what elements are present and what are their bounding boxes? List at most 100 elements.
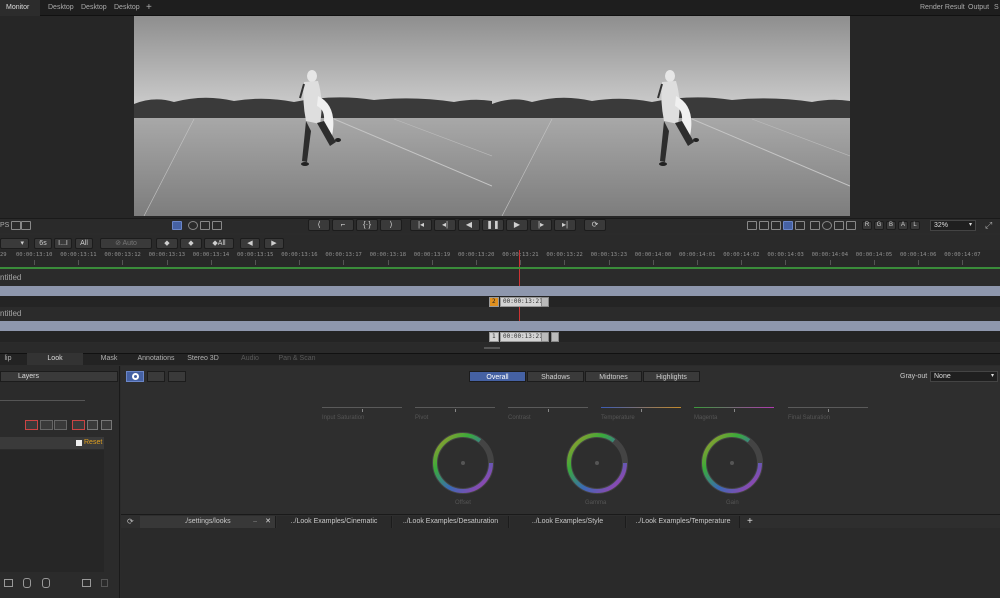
tab-clip[interactable]: lip	[0, 353, 16, 365]
play-reverse-button[interactable]: ◀	[458, 219, 480, 231]
offset-color-wheel[interactable]	[427, 427, 499, 499]
track-2-expand-icon[interactable]	[551, 332, 559, 342]
split-view-icon[interactable]	[759, 221, 769, 230]
tab-output[interactable]: Output	[962, 0, 995, 16]
add-tab-button[interactable]: +	[140, 0, 158, 16]
monitor-icon[interactable]	[11, 221, 21, 230]
temperature-slider[interactable]	[601, 407, 681, 408]
tab-look[interactable]: Look	[27, 353, 83, 365]
fps-button[interactable]: 6s	[34, 238, 52, 249]
magenta-slider[interactable]	[694, 407, 774, 408]
close-icon[interactable]: ✕	[265, 516, 271, 528]
solo-layer-icon[interactable]	[40, 420, 53, 430]
tab-audio[interactable]: Audio	[232, 353, 268, 365]
minimize-icon[interactable]: –	[253, 516, 257, 528]
looks-tab-desaturation[interactable]: ../Look Examples/Desaturation	[393, 516, 509, 528]
save-frame-icon[interactable]	[21, 221, 31, 230]
step-back-button[interactable]: ◂|	[434, 219, 456, 231]
reset-checkbox[interactable]	[76, 440, 82, 446]
track-1-clip[interactable]	[0, 286, 1000, 296]
layer-option-b-icon[interactable]	[101, 420, 112, 430]
range-overall[interactable]: Overall	[469, 371, 526, 382]
mark-in-out-button[interactable]: {·}	[356, 219, 378, 231]
crop-icon[interactable]	[810, 221, 820, 230]
delete-layer-icon[interactable]	[101, 579, 108, 587]
pivot-slider[interactable]	[415, 407, 495, 408]
step-forward-button[interactable]: |▸	[530, 219, 552, 231]
curves-mode-button[interactable]	[168, 371, 186, 382]
timeline-mode-select[interactable]: ▾	[0, 238, 29, 249]
layers-slider[interactable]	[0, 400, 85, 401]
slider-knob[interactable]	[455, 409, 456, 412]
slider-knob[interactable]	[641, 409, 642, 412]
remove-key-button[interactable]: ◆	[180, 238, 202, 249]
refresh-icon[interactable]: ⟳	[127, 517, 134, 526]
slider-knob[interactable]	[548, 409, 549, 412]
mark-out-button[interactable]: ⟩	[380, 219, 402, 231]
tab-overflow[interactable]: S	[992, 0, 1000, 16]
layer-option-a-icon[interactable]	[87, 420, 98, 430]
looks-browser-area[interactable]	[121, 528, 1000, 598]
gamma-color-wheel[interactable]	[561, 427, 633, 499]
channel-g-button[interactable]: G	[874, 221, 884, 230]
safe-area-icon[interactable]	[846, 221, 856, 230]
channel-l-button[interactable]: L	[910, 221, 920, 230]
go-to-in-button[interactable]: ⌐	[332, 219, 354, 231]
mark-in-button[interactable]: ⟨	[308, 219, 330, 231]
final-saturation-slider[interactable]	[788, 407, 868, 408]
viewer-frame-right[interactable]	[492, 16, 850, 216]
import-layer-icon[interactable]	[42, 578, 50, 588]
tab-mask[interactable]: Mask	[92, 353, 126, 365]
go-to-end-button[interactable]: ▸|	[554, 219, 576, 231]
play-button[interactable]: ▶	[506, 219, 528, 231]
slider-knob[interactable]	[734, 409, 735, 412]
track-2-clip[interactable]	[0, 321, 1000, 331]
input-saturation-slider[interactable]	[322, 407, 402, 408]
splitter-handle-icon[interactable]	[484, 347, 500, 349]
loop-button[interactable]: ⟳	[584, 219, 606, 231]
slider-knob[interactable]	[828, 409, 829, 412]
add-key-button[interactable]: ◆	[156, 238, 178, 249]
zoom-select[interactable]: 32% ▾	[930, 220, 976, 231]
contrast-slider[interactable]	[508, 407, 588, 408]
overlay-icon[interactable]	[771, 221, 781, 230]
view-layer-icon[interactable]	[54, 420, 67, 430]
eye-icon[interactable]	[822, 221, 832, 230]
looks-tab-settings[interactable]: ./settings/looks – ✕	[140, 516, 276, 528]
looks-tab-temperature[interactable]: ../Look Examples/Temperature	[627, 516, 740, 528]
layer-list[interactable]	[0, 450, 104, 572]
add-layer-icon[interactable]	[23, 578, 31, 588]
fullscreen-icon[interactable]: ⤢	[985, 220, 992, 231]
add-look-tab-button[interactable]: +	[747, 516, 753, 527]
pause-button[interactable]: ❚❚	[482, 219, 504, 231]
range-highlights[interactable]: Highlights	[643, 371, 700, 382]
viewer-frame-left[interactable]	[134, 16, 492, 216]
previous-key-button[interactable]: ◀	[240, 238, 260, 249]
slider-mode-button[interactable]	[147, 371, 165, 382]
anaglyph-icon[interactable]	[795, 221, 805, 230]
color-wheel-mode-button[interactable]	[126, 371, 144, 382]
auto-key-button[interactable]: ⊘ Auto	[100, 238, 152, 249]
track-2-options-icon[interactable]	[541, 332, 549, 342]
all-keys-button[interactable]: ◆All	[204, 238, 234, 249]
grayout-select[interactable]: None ▾	[930, 371, 998, 382]
tab-annotations[interactable]: Annotations	[134, 353, 178, 365]
tab-stereo-3d[interactable]: Stereo 3D	[182, 353, 224, 365]
looks-tab-style[interactable]: ../Look Examples/Style	[510, 516, 626, 528]
tab-monitor[interactable]: Monitor	[0, 0, 40, 16]
range-shadows[interactable]: Shadows	[527, 371, 584, 382]
channel-r-button[interactable]: R	[862, 221, 872, 230]
grid-icon[interactable]	[834, 221, 844, 230]
side-by-side-icon[interactable]	[783, 221, 793, 230]
export-layer-icon[interactable]	[82, 579, 91, 587]
record-icon[interactable]	[188, 221, 198, 230]
bypass-layer-icon[interactable]	[72, 420, 85, 430]
go-to-start-button[interactable]: |◂	[410, 219, 432, 231]
slider-knob[interactable]	[362, 409, 363, 412]
in-out-range-button[interactable]: I...I	[54, 238, 72, 249]
duplicate-layer-icon[interactable]	[4, 579, 13, 587]
splitter[interactable]	[0, 343, 1000, 353]
range-midtones[interactable]: Midtones	[585, 371, 642, 382]
track-1-options-icon[interactable]	[541, 297, 549, 307]
channel-b-button[interactable]: B	[886, 221, 896, 230]
